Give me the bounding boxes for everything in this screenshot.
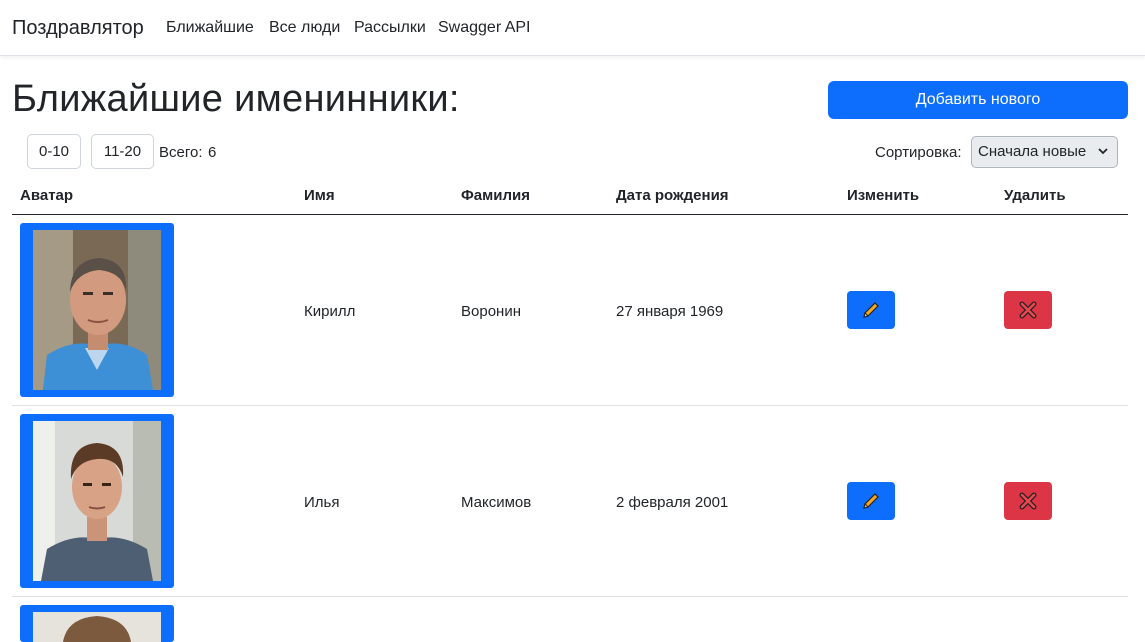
birth-date-cell: 2 февраля 2001 xyxy=(616,494,729,511)
column-header-avatar: Аватар xyxy=(20,187,74,204)
chevron-down-icon xyxy=(1097,137,1109,178)
page-title: Ближайшие именинники: xyxy=(12,78,460,120)
nav-link-mailings[interactable]: Рассылки xyxy=(354,19,426,37)
page-button-11-20[interactable]: 11-20 xyxy=(91,134,154,169)
last-name-cell: Воронин xyxy=(461,303,521,320)
avatar xyxy=(20,605,174,642)
total-count: 6 xyxy=(208,144,217,161)
delete-button[interactable] xyxy=(1004,291,1052,329)
last-name-cell: Максимов xyxy=(461,494,532,511)
delete-button[interactable] xyxy=(1004,482,1052,520)
edit-button[interactable] xyxy=(847,482,895,520)
avatar xyxy=(20,414,174,588)
total-label: Всего: xyxy=(159,144,203,161)
nav-link-swagger[interactable]: Swagger API xyxy=(438,19,531,37)
cross-icon xyxy=(1019,301,1037,319)
navbar: Поздравлятор Ближайшие Все люди Рассылки… xyxy=(0,0,1145,56)
column-header-delete: Удалить xyxy=(1004,187,1066,204)
sort-label: Сортировка: xyxy=(875,144,962,161)
nav-link-all-people[interactable]: Все люди xyxy=(269,19,340,37)
edit-button[interactable] xyxy=(847,291,895,329)
sort-select[interactable]: Сначала новые xyxy=(971,136,1118,168)
row-divider xyxy=(12,596,1128,597)
column-header-birth-date: Дата рождения xyxy=(616,187,729,204)
column-header-last-name: Фамилия xyxy=(461,187,530,204)
row-divider xyxy=(12,405,1128,406)
pencil-icon xyxy=(863,493,879,509)
table-header-divider xyxy=(12,214,1128,215)
birth-date-cell: 27 января 1969 xyxy=(616,303,724,320)
first-name-cell: Кирилл xyxy=(304,303,356,320)
column-header-first-name: Имя xyxy=(304,187,335,204)
cross-icon xyxy=(1019,492,1037,510)
column-header-edit: Изменить xyxy=(847,187,920,204)
brand-link[interactable]: Поздравлятор xyxy=(12,17,144,40)
add-new-button[interactable]: Добавить нового xyxy=(828,81,1128,119)
page-button-0-10[interactable]: 0-10 xyxy=(27,134,81,169)
avatar xyxy=(20,223,174,397)
sort-selected-value: Сначала новые xyxy=(978,143,1087,160)
pencil-icon xyxy=(863,302,879,318)
first-name-cell: Илья xyxy=(304,494,340,511)
nav-link-nearest[interactable]: Ближайшие xyxy=(166,19,254,37)
